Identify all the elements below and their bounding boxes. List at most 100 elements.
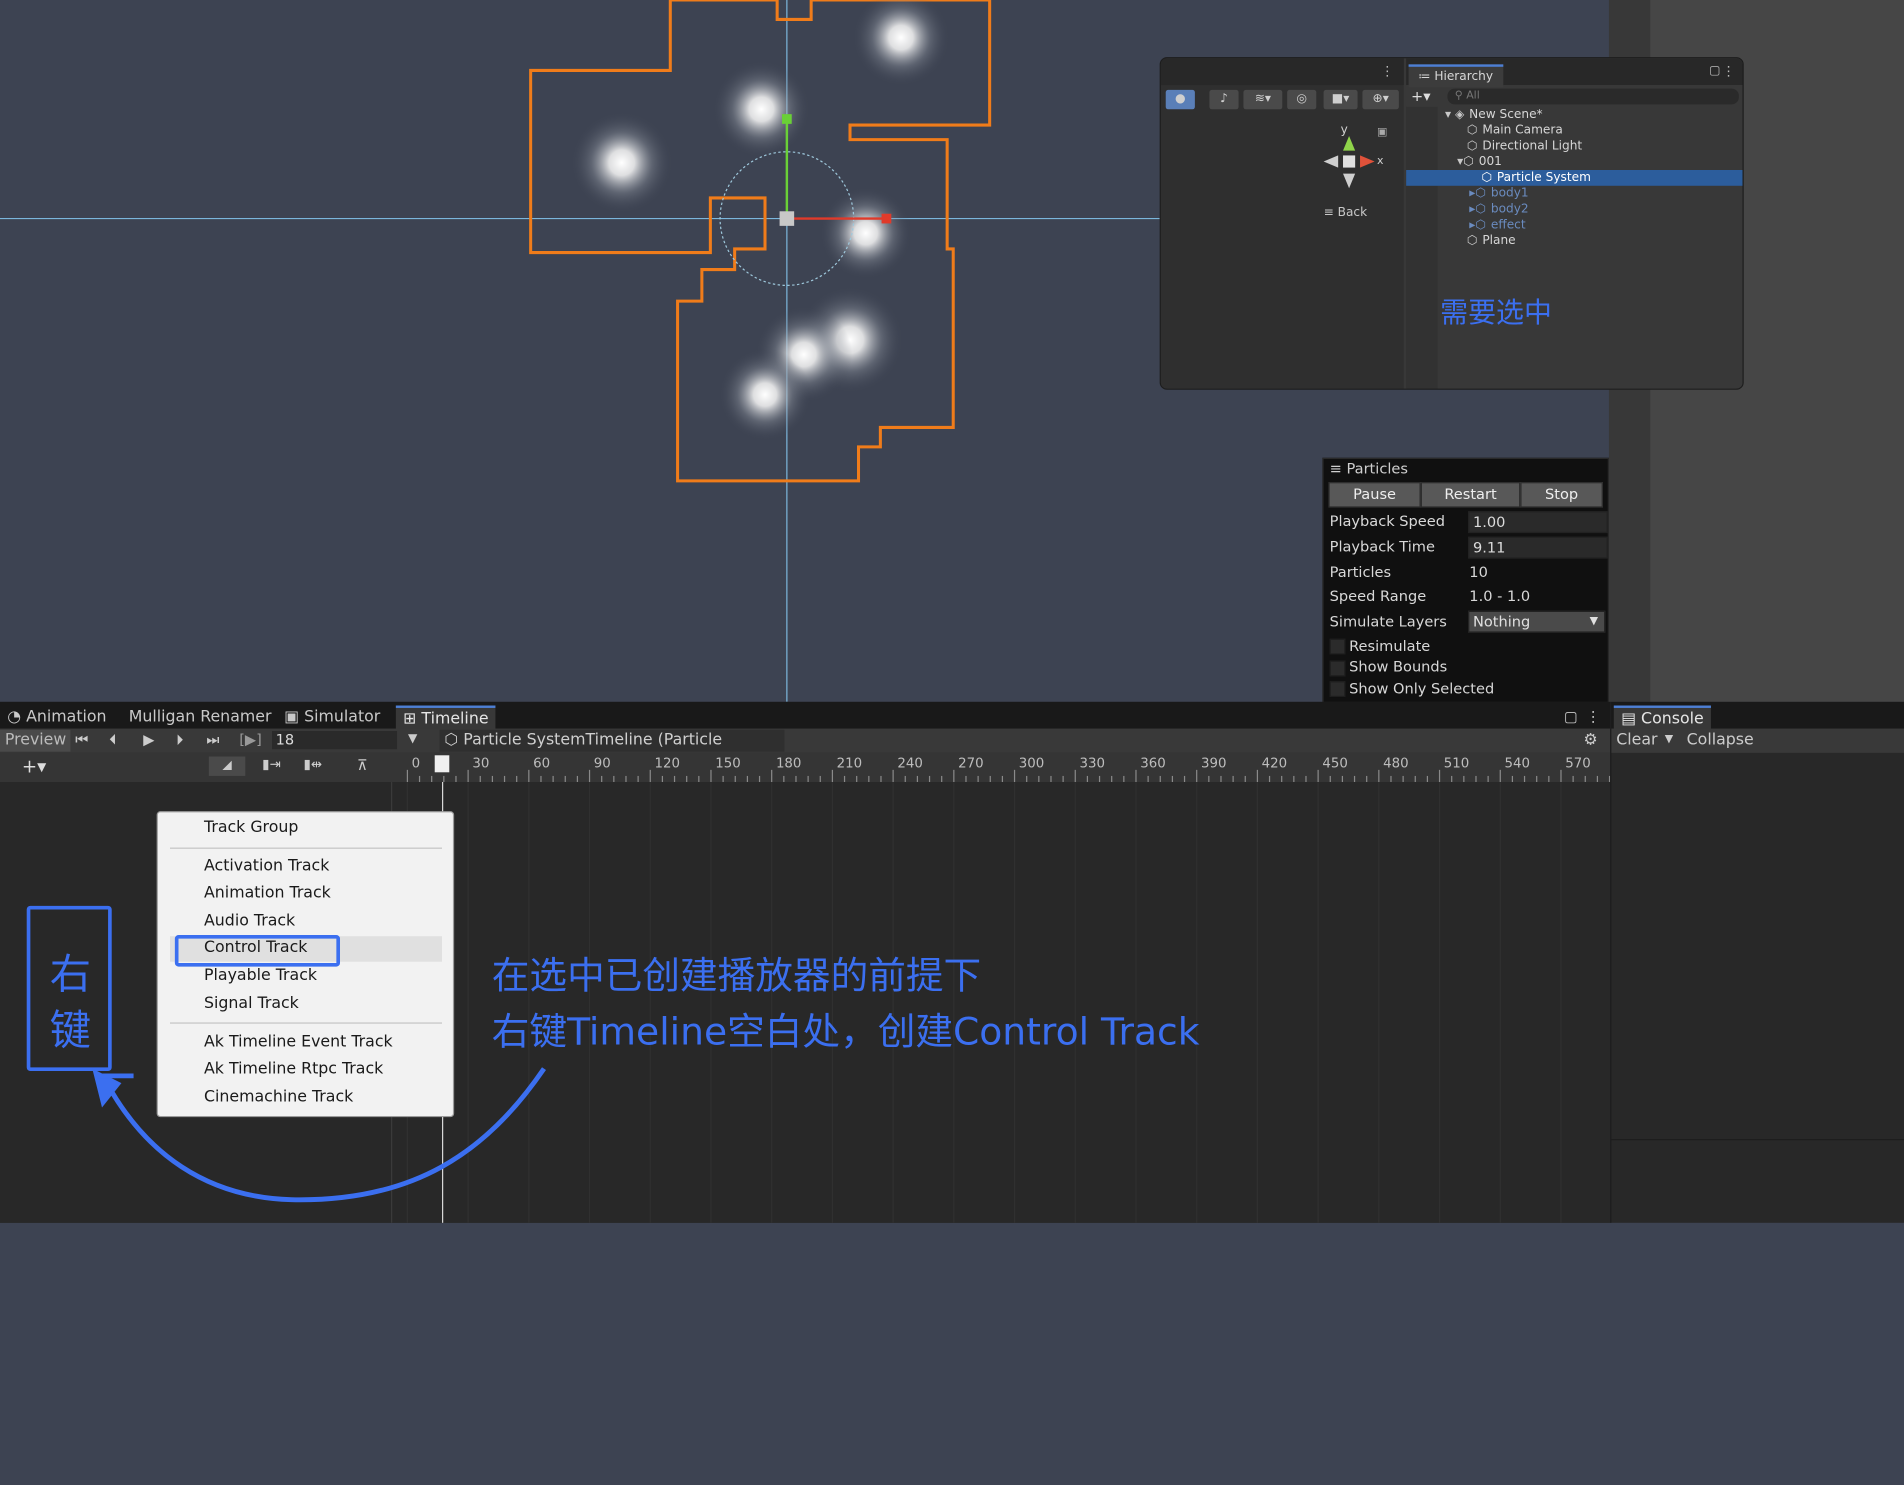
particles-title: ≡ Particles — [1329, 460, 1408, 478]
hierarchy-item-body2[interactable]: ▸⬡ body2 — [1406, 202, 1742, 218]
ripple-mode-icon[interactable]: ▮⇥ — [262, 757, 281, 773]
hierarchy-item-001[interactable]: ▾⬡ 001 — [1406, 154, 1742, 170]
more-icon[interactable]: ⋮ — [1586, 706, 1601, 729]
ruler-tick — [1560, 769, 1562, 783]
show-bounds-checkbox[interactable] — [1329, 660, 1346, 677]
collapse-button[interactable]: Collapse — [1687, 729, 1754, 753]
back-view-label[interactable]: ≡ Back — [1324, 206, 1368, 219]
menu-item-signal-track[interactable]: Signal Track — [204, 992, 299, 1016]
preview-button[interactable]: Preview — [0, 729, 71, 752]
ruler-tick-label: 330 — [1079, 755, 1106, 772]
add-object-button[interactable]: +▾ — [1411, 87, 1431, 104]
stop-button[interactable]: Stop — [1520, 482, 1603, 508]
tab-hierarchy[interactable]: ≔ Hierarchy — [1408, 64, 1503, 88]
particle-glow — [819, 187, 912, 280]
prev-frame-icon[interactable]: ⏴ — [109, 731, 116, 749]
playback-time-field[interactable]: 9.11 — [1468, 536, 1608, 559]
ruler-tick-label: 120 — [654, 755, 681, 772]
menu-item-track-group[interactable]: Track Group — [204, 816, 298, 840]
playhead-marker[interactable] — [434, 755, 450, 773]
edit-mode-icon[interactable]: ◢ — [208, 756, 246, 776]
gizmo-x-label: x — [1377, 155, 1384, 168]
restart-button[interactable]: Restart — [1420, 482, 1521, 508]
speed-range-value: 1.0 - 1.0 — [1469, 587, 1531, 605]
hierarchy-window[interactable]: ⋮ ● ♪ ≋▾ ◎ ■▾ ⊕▾ y x ▣ ≡ Back ≔ Hierarch… — [1159, 57, 1744, 390]
lock-icon[interactable]: ▢ — [1709, 64, 1720, 77]
add-track-button[interactable]: +▾ — [22, 755, 46, 777]
ruler-tick-label: 570 — [1565, 755, 1591, 772]
effects-toggle-icon[interactable]: ≋▾ — [1243, 89, 1283, 110]
hierarchy-item-directional-light[interactable]: ⬡ Directional Light — [1406, 138, 1742, 154]
show-only-selected-checkbox[interactable] — [1329, 681, 1346, 698]
lock-icon[interactable]: ▣ — [1377, 126, 1387, 138]
hierarchy-panel[interactable]: ≔ Hierarchy ▢ ⋮ +▾ ⚲ All ▾ ◈New Scene*⋮ … — [1406, 58, 1743, 389]
more-icon[interactable]: ⋮ — [1381, 63, 1394, 79]
replace-mode-icon[interactable]: ▮⇹ — [304, 757, 323, 773]
annotation-instruction-line2: 右键Timeline空白处，创建Control Track — [491, 1010, 1200, 1055]
play-icon[interactable]: ▶ — [143, 731, 154, 748]
particles-count-label: Particles — [1329, 563, 1392, 581]
resimulate-checkbox[interactable] — [1329, 638, 1346, 655]
audio-toggle-icon[interactable]: ♪ — [1209, 89, 1239, 110]
console-window[interactable]: ▤ Console Clear ▼ Collapse — [1610, 701, 1904, 1223]
hierarchy-item-main-camera[interactable]: ⬡ Main Camera — [1406, 123, 1742, 139]
simulate-layers-dropdown[interactable]: Nothing ▼ — [1468, 610, 1606, 633]
next-frame-icon[interactable]: ⏵ — [176, 731, 183, 749]
frame-field[interactable]: 18 — [272, 731, 398, 750]
hierarchy-item-scene[interactable]: ▾ ◈New Scene*⋮ — [1406, 107, 1742, 123]
device-icon: ▣ — [284, 707, 300, 727]
hierarchy-item-particle-system[interactable]: ⬡ Particle System — [1406, 170, 1743, 186]
ruler-tick-label: 450 — [1322, 755, 1348, 772]
particles-overlay[interactable]: ≡ Particles Pause Restart Stop Playback … — [1322, 457, 1609, 704]
particles-count-value: 10 — [1469, 563, 1488, 581]
jump-start-icon[interactable]: ⏮ — [75, 731, 88, 749]
menu-item-activation-track[interactable]: Activation Track — [204, 855, 329, 879]
chevron-down-icon[interactable]: ▼ — [1665, 733, 1673, 745]
ruler-tick-label: 240 — [897, 755, 923, 772]
hierarchy-item-plane[interactable]: ⬡ Plane — [1406, 233, 1742, 249]
hierarchy-item-effect[interactable]: ▸⬡ effect — [1406, 217, 1742, 233]
chevron-down-icon: ▼ — [1589, 615, 1599, 628]
snap-icon[interactable]: ⊼ — [357, 757, 368, 774]
clear-button[interactable]: Clear — [1616, 729, 1657, 753]
menu-item-animation-track[interactable]: Animation Track — [204, 882, 331, 906]
pause-button[interactable]: Pause — [1328, 482, 1421, 508]
ruler-tick-label: 300 — [1018, 755, 1045, 772]
show-bounds-label: Show Bounds — [1349, 658, 1448, 676]
ruler-tick — [831, 769, 834, 783]
more-icon[interactable]: ⋮ — [1722, 63, 1735, 79]
hierarchy-search-input[interactable]: ⚲ All — [1447, 88, 1739, 105]
tab-timeline[interactable]: ⊞ Timeline — [395, 705, 496, 732]
camera-toggle-icon[interactable]: ■▾ — [1323, 89, 1358, 110]
tab-animation[interactable]: ◔ Animation — [7, 706, 106, 729]
gear-icon[interactable]: ⚙ — [1583, 731, 1597, 749]
jump-end-icon[interactable]: ⏭ — [206, 731, 219, 749]
tab-simulator[interactable]: ▣ Simulator — [284, 706, 380, 729]
tab-mulligan-renamer[interactable]: Mulligan Renamer — [129, 706, 272, 729]
menu-item-audio-track[interactable]: Audio Track — [204, 910, 295, 934]
cube-icon: ⬡ — [444, 731, 459, 750]
speed-range-label: Speed Range — [1329, 587, 1427, 605]
ruler-tick-label: 270 — [958, 755, 984, 772]
gizmo-y-handle — [782, 114, 792, 124]
hierarchy-item-body1[interactable]: ▸⬡ body1 — [1406, 186, 1742, 202]
ruler-tick — [1013, 769, 1016, 783]
menu-item-ak-timeline-event-track[interactable]: Ak Timeline Event Track — [204, 1031, 393, 1055]
menu-item-playable-track[interactable]: Playable Track — [204, 964, 317, 988]
range-play-icon[interactable]: [▶] — [239, 731, 262, 748]
timeline-ruler[interactable]: +▾ ◢ ▮⇥ ▮⇹ ⊼ 0 30 60 90 120 150 180 210 240 270 30… — [0, 752, 1611, 784]
ruler-tick-label: 0 — [411, 755, 421, 772]
light-toggle-icon[interactable]: ● — [1165, 89, 1195, 110]
ruler-tick — [1438, 769, 1441, 783]
resimulate-label: Resimulate — [1349, 637, 1431, 655]
playback-speed-field[interactable]: 1.00 — [1468, 511, 1608, 534]
ruler-tick — [771, 769, 773, 783]
ruler-tick — [467, 769, 469, 783]
timeline-asset-breadcrumb[interactable]: ⬡ Particle SystemTimeline (Particle Syst… — [439, 729, 785, 771]
tab-console[interactable]: ▤ Console — [1613, 705, 1712, 732]
lock-icon[interactable]: ▢ — [1564, 706, 1578, 729]
gizmos-toggle-icon[interactable]: ⊕▾ — [1362, 89, 1399, 110]
visibility-toggle-icon[interactable]: ◎ — [1287, 89, 1317, 110]
ruler-tick-label: 540 — [1504, 755, 1531, 772]
chevron-down-icon[interactable]: ▼ — [408, 732, 417, 745]
